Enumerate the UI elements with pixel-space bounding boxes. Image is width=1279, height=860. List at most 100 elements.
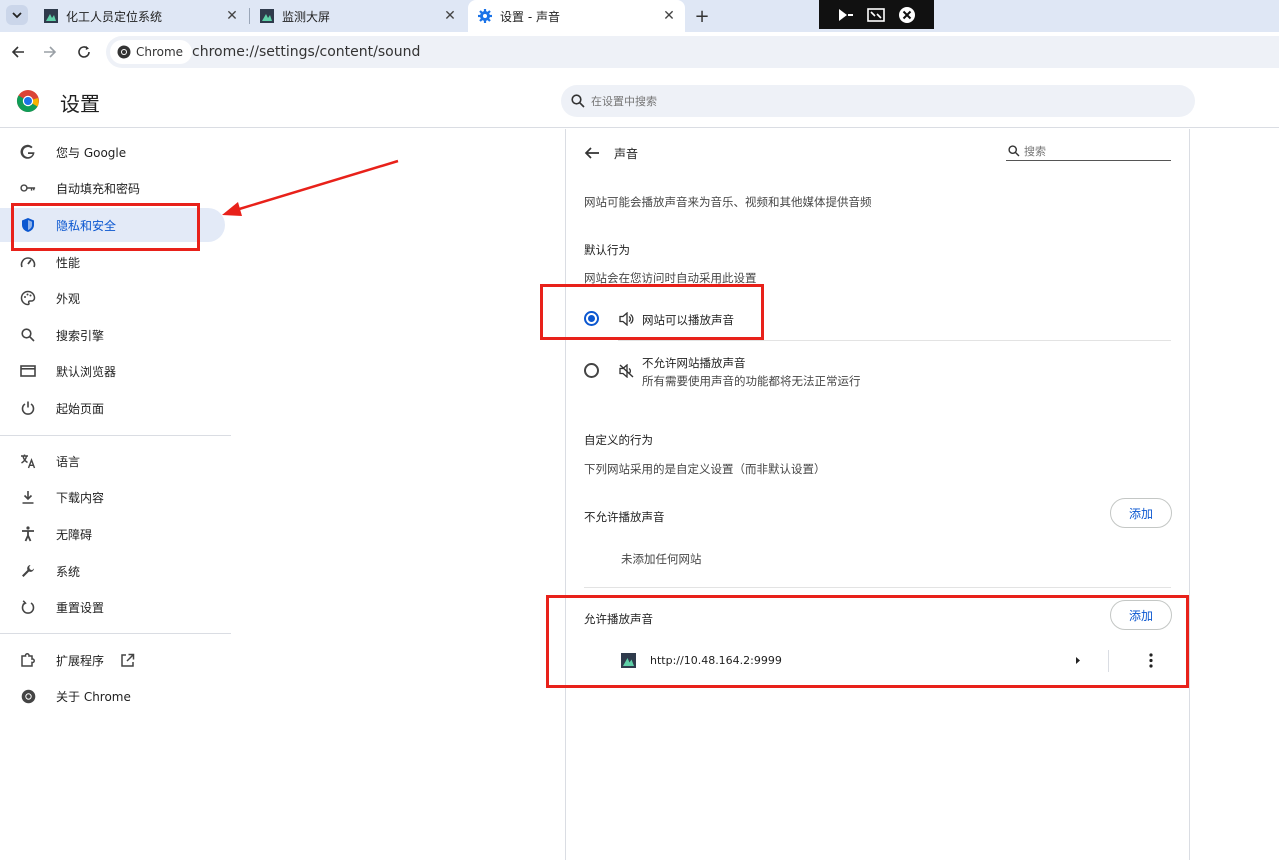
sidebar-item-reset[interactable]: 重置设置 <box>0 590 225 624</box>
sidebar-item-label: 扩展程序 <box>56 653 105 668</box>
forward-button[interactable] <box>40 42 60 62</box>
tab-search-dropdown-button[interactable] <box>6 5 28 25</box>
arrow-right-icon <box>44 46 57 58</box>
url-text[interactable]: chrome://settings/content/sound <box>192 44 420 60</box>
subpage-title: 声音 <box>614 147 639 161</box>
divider <box>618 340 1171 341</box>
radio-block-sound[interactable] <box>584 363 599 378</box>
sidebar-item-label: 性能 <box>56 255 81 270</box>
power-icon <box>20 400 36 416</box>
sidebar-item-label: 默认浏览器 <box>56 364 117 379</box>
volume-off-icon <box>619 364 634 378</box>
subpage-search-box[interactable] <box>1006 143 1171 161</box>
chrome-icon <box>117 45 131 59</box>
subpage-search-input[interactable] <box>1024 143 1164 159</box>
reload-button[interactable] <box>74 42 94 62</box>
block-list-heading: 不允许播放声音 <box>584 510 665 524</box>
pin-icon[interactable] <box>838 8 854 22</box>
sidebar-item-label: 您与 Google <box>56 145 127 160</box>
sidebar-item-startup[interactable]: 起始页面 <box>0 391 225 425</box>
sidebar-item-you-and-google[interactable]: 您与 Google <box>0 135 225 169</box>
external-link-icon <box>121 653 135 667</box>
section-heading-default: 默认行为 <box>584 243 630 257</box>
sidebar-item-label: 搜索引擎 <box>56 328 105 343</box>
tab-title: 化工人员定位系统 <box>66 9 163 24</box>
divider <box>584 587 1171 588</box>
site-info-chip[interactable]: Chrome <box>110 40 193 64</box>
sidebar-item-downloads[interactable]: 下载内容 <box>0 480 225 514</box>
volume-up-icon <box>619 312 634 326</box>
add-blocked-site-button[interactable]: 添加 <box>1110 498 1172 528</box>
puzzle-icon <box>20 652 36 668</box>
remote-desktop-bar <box>819 0 934 29</box>
sidebar-item-languages[interactable]: 语言 <box>0 444 225 478</box>
divider <box>1108 650 1109 672</box>
translate-icon <box>20 453 36 469</box>
search-icon <box>20 327 36 343</box>
sidebar-divider <box>0 633 231 634</box>
key-icon <box>20 180 36 196</box>
close-tab-icon[interactable]: ✕ <box>442 8 458 24</box>
allow-list-heading: 允许播放声音 <box>584 612 653 626</box>
section-heading-custom: 自定义的行为 <box>584 433 653 447</box>
add-allowed-site-button[interactable]: 添加 <box>1110 600 1172 630</box>
sidebar-item-appearance[interactable]: 外观 <box>0 281 225 315</box>
browser-toolbar: Chrome chrome://settings/content/sound <box>0 32 1279 72</box>
option-block-sound-label[interactable]: 不允许网站播放声音 <box>642 355 746 371</box>
tab-personnel-system[interactable]: 化工人员定位系统 ✕ <box>34 0 248 32</box>
sound-settings-card: 声音 网站可能会播放声音来为音乐、视频和其他媒体提供音频 默认行为 网站会在您访… <box>565 129 1190 860</box>
sidebar-item-label: 下载内容 <box>56 490 105 505</box>
option-block-sound-sublabel: 所有需要使用声音的功能都将无法正常运行 <box>642 374 861 388</box>
close-tab-icon[interactable]: ✕ <box>661 8 677 24</box>
page-description: 网站可能会播放声音来为音乐、视频和其他媒体提供音频 <box>584 195 872 209</box>
close-tab-icon[interactable]: ✕ <box>224 8 240 24</box>
sidebar-item-performance[interactable]: 性能 <box>0 245 225 279</box>
chevron-down-icon <box>12 12 22 19</box>
download-icon <box>20 489 36 505</box>
list-item[interactable]: http://10.48.164.2:9999 <box>584 645 1171 677</box>
sidebar-item-accessibility[interactable]: 无障碍 <box>0 517 225 551</box>
restore-window-icon[interactable] <box>866 7 885 22</box>
back-button[interactable] <box>8 42 28 62</box>
sidebar-item-label: 无障碍 <box>56 527 93 542</box>
google-g-icon <box>20 144 36 160</box>
wrench-icon <box>20 563 36 579</box>
tab-strip: 化工人员定位系统 ✕ 监测大屏 ✕ 设置 - 声音 ✕ + <box>0 0 1279 32</box>
sidebar-item-system[interactable]: 系统 <box>0 554 225 588</box>
sidebar-item-extensions[interactable]: 扩展程序 <box>0 643 225 677</box>
sidebar-item-default-browser[interactable]: 默认浏览器 <box>0 354 225 388</box>
sidebar-item-autofill[interactable]: 自动填充和密码 <box>0 171 225 205</box>
section-subheading-custom: 下列网站采用的是自定义设置（而非默认设置） <box>584 462 826 476</box>
more-vertical-icon[interactable] <box>1149 653 1153 668</box>
radio-allow-sound[interactable] <box>584 311 599 326</box>
close-icon[interactable] <box>898 6 916 24</box>
option-allow-sound-label[interactable]: 网站可以播放声音 <box>642 312 734 328</box>
settings-search-input[interactable] <box>591 91 1171 111</box>
new-tab-button[interactable]: + <box>692 6 712 27</box>
sidebar-item-search-engine[interactable]: 搜索引擎 <box>0 318 225 352</box>
tab-settings-sound[interactable]: 设置 - 声音 ✕ <box>468 0 685 32</box>
settings-header: 设置 <box>0 74 1279 128</box>
sidebar-item-label: 外观 <box>56 291 81 306</box>
tab-title: 设置 - 声音 <box>500 9 560 24</box>
back-arrow-icon[interactable] <box>583 144 601 162</box>
arrow-right-icon[interactable] <box>1075 656 1081 665</box>
tab-monitor-screen[interactable]: 监测大屏 ✕ <box>250 0 466 32</box>
section-subheading-default: 网站会在您访问时自动采用此设置 <box>584 271 757 285</box>
reset-icon <box>20 599 36 615</box>
accessibility-icon <box>20 526 36 542</box>
sidebar-item-label: 自动填充和密码 <box>56 181 141 196</box>
allowed-site-url: http://10.48.164.2:9999 <box>650 654 782 667</box>
sidebar-item-about-chrome[interactable]: 关于 Chrome <box>0 679 225 713</box>
search-icon <box>1008 145 1020 157</box>
settings-search-box[interactable] <box>561 85 1195 117</box>
address-bar[interactable]: Chrome chrome://settings/content/sound <box>106 36 1279 68</box>
settings-sidebar: 您与 Google 自动填充和密码 隐私和安全 性能 外观 搜索引擎 默认浏览器… <box>0 130 232 860</box>
sidebar-item-privacy-security[interactable]: 隐私和安全 <box>0 208 225 242</box>
browser-window-icon <box>20 363 36 379</box>
sidebar-item-label: 关于 Chrome <box>56 689 131 704</box>
sidebar-item-label: 起始页面 <box>56 401 105 416</box>
gear-icon <box>478 9 492 23</box>
search-icon <box>571 94 585 108</box>
reload-icon <box>78 46 90 58</box>
